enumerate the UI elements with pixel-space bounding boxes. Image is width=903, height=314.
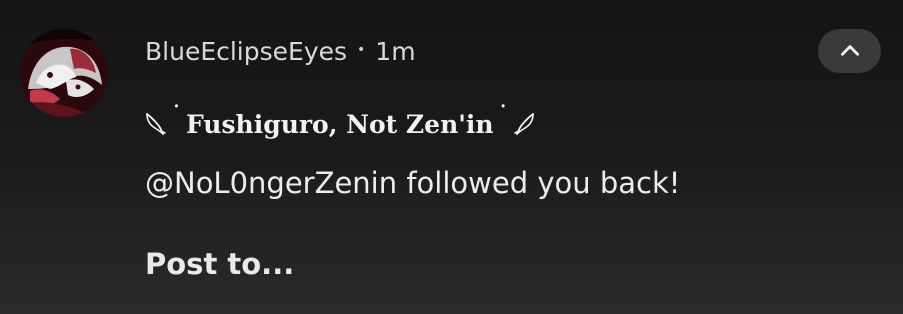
- collapse-button[interactable]: [818, 29, 881, 73]
- header-separator: •: [357, 42, 366, 58]
- chevron-up-icon: [840, 45, 859, 56]
- title-dot-left: ˙: [171, 102, 182, 128]
- feather-left-icon: [145, 111, 167, 137]
- avatar: [20, 29, 108, 117]
- feather-right-icon: [513, 111, 535, 137]
- timestamp: 1m: [375, 36, 416, 66]
- post-to-button[interactable]: Post to...: [145, 247, 294, 281]
- notification-header: BlueEclipseEyes • 1m: [145, 33, 416, 69]
- notification-card[interactable]: BlueEclipseEyes • 1m ˙ Fushiguro, Not Ze…: [0, 0, 903, 314]
- notification-message: @NoL0ngerZenin followed you back!: [145, 166, 681, 200]
- title-text: Fushiguro, Not Zen'in: [186, 109, 494, 139]
- app-name: BlueEclipseEyes: [145, 36, 348, 66]
- title-dot-right: ˙: [497, 102, 509, 128]
- notification-title: ˙ Fushiguro, Not Zen'in ˙: [145, 102, 535, 144]
